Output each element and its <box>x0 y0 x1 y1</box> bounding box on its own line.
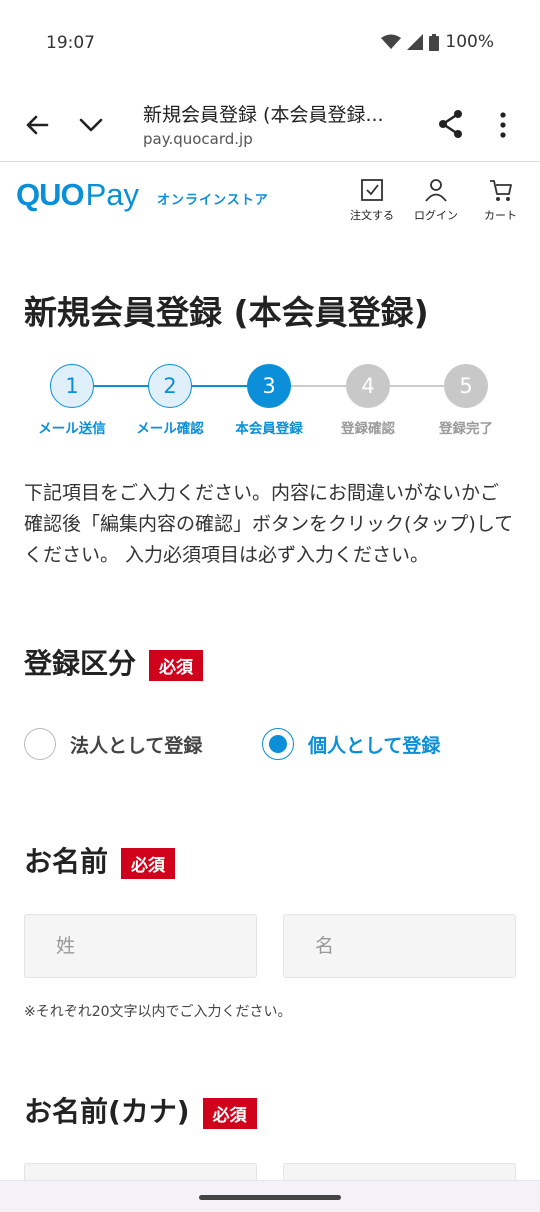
step-number: 2 <box>148 364 192 408</box>
step-3: 3 本会員登録 <box>219 364 319 437</box>
user-icon <box>425 179 447 202</box>
last-name-input[interactable] <box>25 915 256 977</box>
required-badge: 必須 <box>149 649 204 681</box>
chevron-down-icon[interactable] <box>76 110 106 140</box>
more-vert-icon[interactable] <box>492 110 514 140</box>
quopay-logo[interactable]: QUO Pay <box>16 177 139 213</box>
nav-order[interactable]: 注文する <box>350 177 394 223</box>
first-name-input[interactable] <box>284 915 515 977</box>
page-title: 新規会員登録 (本会員登録) <box>24 293 429 332</box>
section-title: お名前 <box>24 845 109 878</box>
required-badge: 必須 <box>202 1097 257 1129</box>
logo-subtitle: オンラインストア <box>157 193 269 208</box>
section-title: お名前(カナ) <box>24 1095 190 1128</box>
step-label: 本会員登録 <box>235 421 303 437</box>
step-5: 5 登録完了 <box>416 364 516 437</box>
status-time: 19:07 <box>46 33 95 53</box>
registration-type-radios: 法人として登録 個人として登録 <box>24 728 524 764</box>
radio-corporate[interactable]: 法人として登録 <box>24 728 202 760</box>
browser-toolbar: 新規会員登録 (本会員登録... pay.quocard.jp <box>0 88 540 162</box>
radio-label: 個人として登録 <box>308 734 441 757</box>
first-name-field[interactable] <box>283 914 516 978</box>
logo-pay: Pay <box>85 177 140 212</box>
step-number: 5 <box>444 364 488 408</box>
status-icons: 100% <box>381 32 494 52</box>
progress-steps: 1 メール送信 2 メール確認 3 本会員登録 4 登録確認 5 登録完了 <box>0 364 540 444</box>
registration-type-heading: 登録区分 必須 <box>24 642 204 682</box>
step-label: メール確認 <box>136 421 204 437</box>
nav-login-label: ログイン <box>414 209 458 222</box>
name-kana-heading: お名前(カナ) 必須 <box>24 1090 257 1130</box>
step-label: 登録確認 <box>341 421 395 437</box>
step-number: 3 <box>247 364 291 408</box>
intro-text: 下記項目をご入力ください。内容にお間違いがないかご確認後「編集内容の確認」ボタン… <box>24 482 514 566</box>
step-2: 2 メール確認 <box>120 364 220 437</box>
wifi-icon <box>381 34 402 49</box>
logo-quo: QUO <box>16 177 85 212</box>
gesture-handle[interactable] <box>199 1195 341 1200</box>
nav-cart[interactable]: カート <box>484 177 517 223</box>
radio-label: 法人として登録 <box>70 734 203 757</box>
required-badge: 必須 <box>121 847 176 879</box>
battery-icon <box>429 33 440 51</box>
share-icon[interactable] <box>436 108 466 140</box>
navigation-gesture-area <box>0 1180 540 1212</box>
step-label: メール送信 <box>38 421 106 437</box>
radio-button-selected[interactable] <box>262 728 294 760</box>
back-arrow-icon[interactable] <box>22 110 52 140</box>
cart-icon <box>489 180 512 201</box>
signal-icon <box>407 34 424 50</box>
step-label: 登録完了 <box>439 421 493 437</box>
name-heading: お名前 必須 <box>24 840 176 880</box>
browser-page-title[interactable]: 新規会員登録 (本会員登録... <box>143 100 413 127</box>
step-1: 1 メール送信 <box>22 364 122 437</box>
nav-cart-label: カート <box>484 209 517 222</box>
nav-login[interactable]: ログイン <box>414 177 458 223</box>
browser-url[interactable]: pay.quocard.jp <box>143 130 253 148</box>
name-length-note: ※それぞれ20文字以内でご入力ください。 <box>24 1004 292 1020</box>
radio-button[interactable] <box>24 728 56 760</box>
checkbox-icon <box>361 179 383 201</box>
step-number: 1 <box>50 364 94 408</box>
radio-individual[interactable]: 個人として登録 <box>262 728 440 760</box>
battery-level: 100% <box>445 32 494 52</box>
last-name-field[interactable] <box>24 914 257 978</box>
site-header: QUO Pay オンラインストア 注文する ログイン カート <box>0 163 540 235</box>
status-bar: 19:07 100% <box>0 0 540 88</box>
section-title: 登録区分 <box>24 647 137 680</box>
nav-order-label: 注文する <box>350 209 394 222</box>
step-4: 4 登録確認 <box>318 364 418 437</box>
step-number: 4 <box>346 364 390 408</box>
